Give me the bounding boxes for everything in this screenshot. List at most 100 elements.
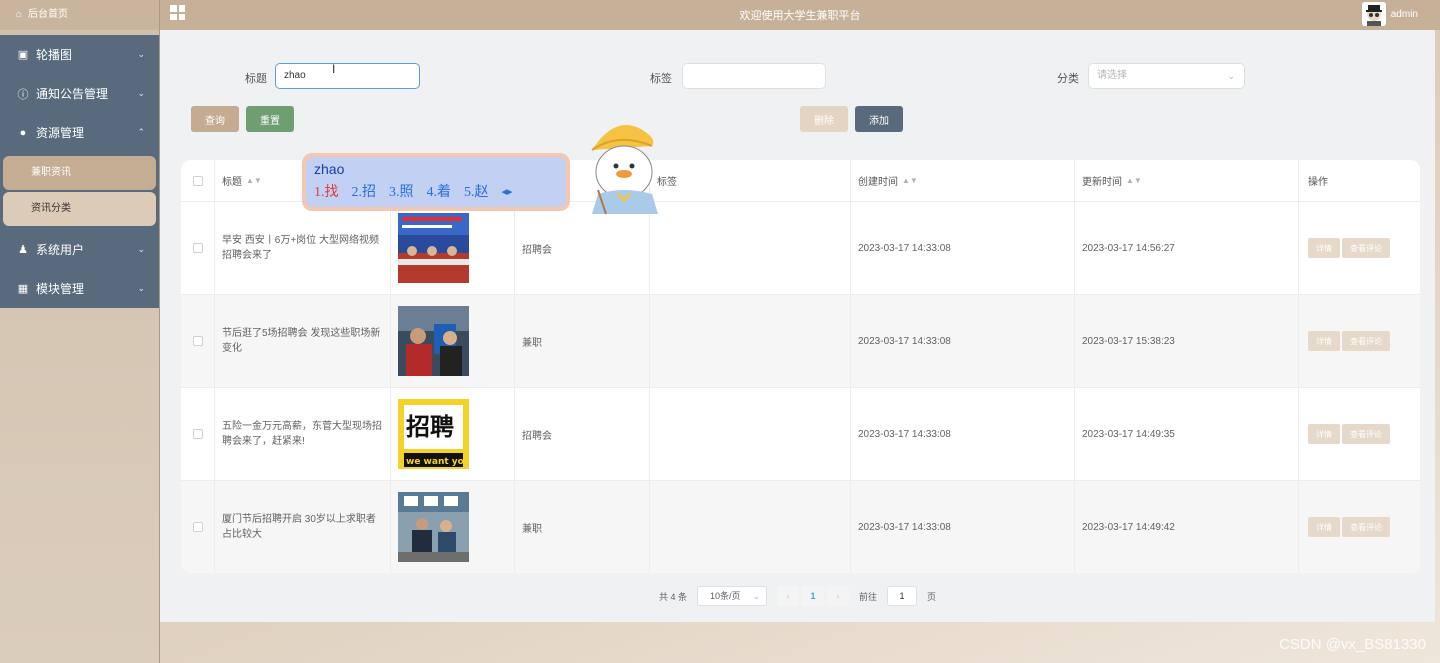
sidebar-item-modules[interactable]: ▦ 模块管理 ⌄ bbox=[0, 269, 159, 308]
sidebar-item-label: 轮播图 bbox=[36, 48, 73, 62]
sidebar: ⌂ 后台首页 ▣ 轮播图 ⌄ ⓘ 通知公告管理 ⌄ ● 资源管理 ⌃ 兼职资讯 … bbox=[0, 0, 160, 663]
view-comments-button[interactable]: 查看评论 bbox=[1342, 424, 1390, 444]
news-thumbnail bbox=[398, 213, 469, 283]
chevron-down-icon: ⌄ bbox=[1227, 71, 1235, 81]
sidebar-subitem-parttime-news[interactable]: 兼职资讯 bbox=[3, 156, 156, 190]
page-buttons: ‹ 1 › bbox=[776, 586, 849, 606]
sort-icon[interactable]: ▲▼ bbox=[246, 176, 262, 185]
row-title: 节后逛了5场招聘会 发现这些职场新变化 bbox=[215, 295, 391, 387]
sidebar-item-carousel[interactable]: ▣ 轮播图 ⌄ bbox=[0, 35, 159, 74]
row-created-text: 2023-03-17 14:33:08 bbox=[858, 521, 951, 533]
chevron-down-icon: ⌄ bbox=[137, 283, 145, 293]
detail-button[interactable]: 详情 bbox=[1308, 424, 1340, 444]
row-checkbox[interactable] bbox=[192, 522, 203, 532]
row-updated: 2023-03-17 14:49:35 bbox=[1075, 388, 1299, 480]
home-icon: ⌂ bbox=[16, 9, 23, 20]
row-updated: 2023-03-17 14:49:42 bbox=[1075, 481, 1299, 573]
row-category-text: 招聘会 bbox=[522, 244, 552, 256]
add-button[interactable]: 添加 bbox=[855, 106, 903, 132]
page-number-button[interactable]: 1 bbox=[801, 586, 824, 606]
row-category: 兼职 bbox=[515, 481, 650, 573]
ime-candidate[interactable]: 5.赵 bbox=[464, 181, 489, 201]
select-all-cell bbox=[181, 160, 215, 201]
detail-button[interactable]: 详情 bbox=[1308, 331, 1340, 351]
row-checkbox[interactable] bbox=[192, 243, 203, 253]
sidebar-home-label: 后台首页 bbox=[28, 9, 69, 20]
table-row: 早安 西安丨6万+岗位 大型网络视频招聘会来了 招聘会 2023-03-17 1… bbox=[181, 202, 1420, 295]
row-tag bbox=[650, 295, 851, 387]
goto-prefix: 前往 bbox=[858, 591, 877, 602]
title-label: 标题 bbox=[245, 73, 267, 85]
chevron-down-icon: ⌄ bbox=[752, 591, 760, 601]
sort-icon[interactable]: ▲▼ bbox=[902, 176, 918, 185]
chevron-down-icon: ⌄ bbox=[137, 244, 145, 254]
header-updated-text: 更新时间 bbox=[1082, 177, 1122, 188]
info-icon: ⓘ bbox=[17, 88, 29, 101]
avatar[interactable] bbox=[1362, 2, 1386, 26]
header-updated[interactable]: 更新时间 ▲▼ bbox=[1075, 160, 1299, 201]
news-table: 标题▲▼ 图片 分类 标签 创建时间▲▼ 更新时间▲▼ 操作 早安 西安丨6万+… bbox=[181, 160, 1420, 573]
row-image bbox=[391, 295, 515, 387]
view-comments-button[interactable]: 查看评论 bbox=[1342, 331, 1390, 351]
query-button[interactable]: 查询 bbox=[191, 106, 239, 132]
text-cursor-icon: I bbox=[332, 62, 336, 76]
header-actions-text: 操作 bbox=[1308, 177, 1328, 188]
bulb-icon: ● bbox=[19, 126, 27, 139]
row-updated: 2023-03-17 14:56:27 bbox=[1075, 202, 1299, 294]
sort-icon[interactable]: ▲▼ bbox=[1126, 176, 1142, 185]
ime-candidate[interactable]: 3.照 bbox=[389, 181, 414, 201]
row-title-text: 厦门节后招聘开启 30岁以上求职者占比较大 bbox=[222, 514, 376, 540]
next-page-button[interactable]: › bbox=[826, 586, 849, 606]
ime-candidate[interactable]: 2.招 bbox=[352, 181, 377, 201]
select-all-checkbox[interactable] bbox=[192, 175, 203, 186]
row-checkbox[interactable] bbox=[192, 336, 203, 346]
row-tag bbox=[650, 388, 851, 480]
reset-button[interactable]: 重置 bbox=[246, 106, 294, 132]
row-updated-text: 2023-03-17 14:49:42 bbox=[1082, 521, 1175, 533]
ime-composition: zhao bbox=[314, 161, 345, 177]
row-category-text: 兼职 bbox=[522, 523, 542, 535]
header-title-text: 标题 bbox=[222, 177, 242, 188]
ime-page-arrows-icon[interactable]: ◂▸ bbox=[502, 185, 513, 198]
goto-page-input[interactable]: 1 bbox=[887, 586, 917, 606]
sidebar-item-users[interactable]: ♟ 系统用户 ⌄ bbox=[0, 230, 159, 269]
sidebar-menu: ▣ 轮播图 ⌄ ⓘ 通知公告管理 ⌄ ● 资源管理 ⌃ bbox=[0, 35, 159, 152]
row-title: 早安 西安丨6万+岗位 大型网络视频招聘会来了 bbox=[215, 202, 391, 294]
row-created: 2023-03-17 14:33:08 bbox=[851, 202, 1075, 294]
row-actions: 详情 查看评论 bbox=[1299, 388, 1420, 480]
prev-page-button[interactable]: ‹ bbox=[776, 586, 799, 606]
tag-input[interactable] bbox=[682, 63, 826, 89]
detail-button[interactable]: 详情 bbox=[1308, 517, 1340, 537]
title-input[interactable]: zhao bbox=[275, 63, 420, 89]
view-comments-button[interactable]: 查看评论 bbox=[1342, 238, 1390, 258]
header-created[interactable]: 创建时间 ▲▼ bbox=[851, 160, 1075, 201]
row-checkbox[interactable] bbox=[192, 429, 203, 439]
row-image bbox=[391, 202, 515, 294]
row-actions: 详情 查看评论 bbox=[1299, 295, 1420, 387]
category-label: 分类 bbox=[1057, 73, 1079, 85]
username[interactable]: admin bbox=[1391, 9, 1418, 20]
goto-suffix: 页 bbox=[927, 591, 937, 602]
row-created-text: 2023-03-17 14:33:08 bbox=[858, 428, 951, 440]
row-category-text: 兼职 bbox=[522, 337, 542, 349]
ime-candidate[interactable]: 4.着 bbox=[427, 181, 452, 201]
row-created: 2023-03-17 14:33:08 bbox=[851, 481, 1075, 573]
row-title-text: 早安 西安丨6万+岗位 大型网络视频招聘会来了 bbox=[222, 235, 379, 261]
row-created: 2023-03-17 14:33:08 bbox=[851, 295, 1075, 387]
sidebar-item-notice[interactable]: ⓘ 通知公告管理 ⌄ bbox=[0, 74, 159, 113]
page-size-select[interactable]: 10条/页 ⌄ bbox=[696, 586, 767, 606]
row-updated-text: 2023-03-17 14:56:27 bbox=[1082, 242, 1175, 254]
view-comments-button[interactable]: 查看评论 bbox=[1342, 517, 1390, 537]
sidebar-item-resources[interactable]: ● 资源管理 ⌃ bbox=[0, 113, 159, 152]
sidebar-home[interactable]: ⌂ 后台首页 bbox=[0, 0, 159, 30]
tag-label: 标签 bbox=[650, 73, 672, 85]
detail-button[interactable]: 详情 bbox=[1308, 238, 1340, 258]
ime-candidate[interactable]: 1.找 bbox=[314, 181, 339, 201]
row-category: 招聘会 bbox=[515, 388, 650, 480]
news-thumbnail: 招聘 we want you bbox=[398, 399, 469, 469]
delete-button[interactable]: 删除 bbox=[800, 106, 848, 132]
sidebar-subitem-news-category[interactable]: 资讯分类 bbox=[3, 192, 156, 226]
page-title: 欢迎使用大学生兼职平台 bbox=[739, 10, 861, 22]
pagination: 共 4 条 10条/页 ⌄ ‹ 1 › 前往 1 页 bbox=[160, 586, 1435, 606]
category-select[interactable]: 请选择 ⌄ bbox=[1088, 63, 1245, 89]
